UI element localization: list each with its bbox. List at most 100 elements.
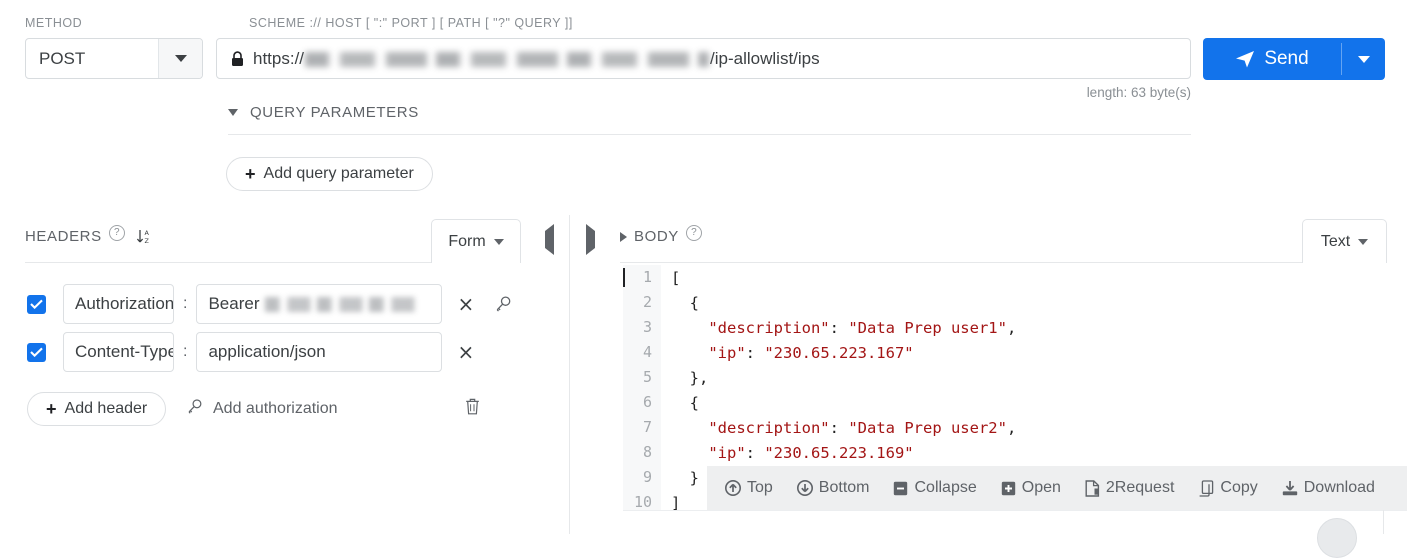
line-code[interactable]: { — [661, 394, 699, 412]
toolbar-item-label: Collapse — [914, 479, 977, 496]
add-header-label: Add header — [64, 400, 148, 417]
line-code[interactable]: "description": "Data Prep user1", — [661, 319, 1016, 337]
body-title-group[interactable]: BODY ? — [620, 224, 702, 245]
header-enabled-checkbox[interactable] — [27, 342, 46, 362]
line-number: 9 — [623, 465, 661, 490]
header-key-input[interactable]: Authorization — [63, 284, 174, 324]
header-value-prefix: application/json — [208, 342, 326, 361]
headers-view-mode-label: Form — [448, 232, 486, 250]
sort-az-icon[interactable]: A Z — [136, 228, 153, 245]
header-value-input[interactable]: Bearer — [196, 284, 443, 324]
header-key-input[interactable]: Content-Type — [63, 332, 174, 372]
bottom-strip-separator — [1383, 510, 1384, 534]
url-input[interactable]: https:// /ip-allowlist/ips — [216, 38, 1191, 79]
editor-line: 7 "description": "Data Prep user2", — [623, 415, 1383, 440]
add-header-button[interactable]: + Add header — [27, 392, 167, 426]
floating-action-button[interactable] — [1317, 518, 1357, 558]
header-value-prefix: Bearer — [208, 294, 260, 313]
line-code[interactable]: { — [661, 294, 699, 312]
editor-line: 1[ — [623, 265, 1383, 290]
line-code[interactable]: "description": "Data Prep user2", — [661, 419, 1016, 437]
help-icon[interactable]: ? — [108, 224, 125, 241]
arrow-up-circle-icon — [725, 480, 741, 496]
minus-square-icon — [893, 481, 908, 496]
body-view-mode-label: Text — [1320, 232, 1351, 250]
toolbar-item-label: Download — [1303, 479, 1375, 496]
method-label: METHOD — [25, 16, 83, 30]
triangle-down-icon — [228, 109, 238, 116]
header-row: Authorization : Bearer × — [27, 284, 512, 324]
plus-icon: + — [245, 164, 256, 184]
help-icon[interactable]: ? — [685, 224, 702, 241]
chevron-down-icon — [493, 238, 504, 245]
editor-line: 2 { — [623, 290, 1383, 315]
line-code[interactable]: }, — [661, 369, 709, 387]
header-row: Content-Type : application/json × — [27, 332, 474, 372]
url-format-label: SCHEME :// HOST [ ":" PORT ] [ PATH [ "?… — [249, 16, 573, 30]
toolbar-2request-button[interactable]: 2Request — [1085, 479, 1175, 497]
svg-text:A: A — [144, 229, 149, 237]
line-number: 7 — [623, 415, 661, 440]
add-authorization-label: Add authorization — [213, 400, 338, 417]
text-cursor — [623, 268, 625, 287]
line-code[interactable]: "ip": "230.65.223.169" — [661, 444, 913, 462]
svg-text:Z: Z — [144, 237, 149, 245]
toolbar-bottom-button[interactable]: Bottom — [796, 479, 870, 497]
toolbar-top-button[interactable]: Top — [725, 479, 773, 497]
triangle-right-icon — [620, 231, 627, 242]
toolbar-collapse-button[interactable]: Collapse — [893, 479, 977, 497]
copy-icon — [1198, 479, 1214, 497]
editor-line: 8 "ip": "230.65.223.169" — [623, 440, 1383, 465]
method-select[interactable]: POST — [25, 38, 203, 79]
toolbar-item-label: Top — [747, 479, 773, 496]
headers-title: HEADERS — [25, 228, 102, 245]
toolbar-open-button[interactable]: Open — [1001, 479, 1061, 497]
bottom-strip — [623, 510, 1407, 535]
toolbar-item-label: Open — [1021, 479, 1061, 496]
header-value-input[interactable]: application/json — [196, 332, 443, 372]
remove-header-button[interactable]: × — [457, 294, 474, 314]
add-authorization-button[interactable]: Add authorization — [186, 398, 338, 420]
line-code[interactable]: [ — [661, 269, 680, 287]
method-value: POST — [39, 48, 86, 68]
editor-line: 5 }, — [623, 365, 1383, 390]
line-number: 2 — [623, 290, 661, 315]
header-colon: : — [183, 343, 188, 360]
method-dropdown-toggle[interactable] — [158, 39, 202, 78]
file-icon — [1085, 479, 1100, 497]
toolbar-copy-button[interactable]: Copy — [1198, 479, 1258, 497]
url-host-redacted — [305, 52, 710, 67]
chevron-down-icon — [174, 55, 187, 62]
lock-icon — [231, 50, 244, 67]
key-icon[interactable] — [494, 295, 512, 313]
chevron-down-icon — [1358, 238, 1369, 245]
headers-title-group: HEADERS ? A Z — [25, 224, 153, 245]
arrow-down-circle-icon — [796, 480, 813, 496]
line-code[interactable]: } — [661, 469, 699, 487]
line-number: 3 — [623, 315, 661, 340]
toolbar-download-button[interactable]: Download — [1282, 479, 1375, 497]
collapse-left-button[interactable] — [545, 224, 554, 255]
header-enabled-checkbox[interactable] — [27, 294, 46, 314]
expand-right-button[interactable] — [586, 224, 595, 255]
body-view-mode-select[interactable]: Text — [1302, 219, 1387, 263]
toolbar-item-label: 2Request — [1105, 479, 1175, 496]
headers-view-mode-select[interactable]: Form — [431, 219, 521, 263]
query-parameters-divider — [228, 134, 1191, 135]
delete-all-headers-button[interactable] — [464, 397, 481, 421]
request-length-note: length: 63 byte(s) — [1086, 85, 1191, 100]
line-number: 1 — [623, 265, 661, 290]
send-button[interactable]: Send — [1203, 38, 1385, 80]
panel-divider — [569, 215, 570, 534]
line-code[interactable]: ] — [661, 494, 680, 512]
query-parameters-header[interactable]: QUERY PARAMETERS — [228, 104, 419, 121]
key-icon — [186, 398, 203, 420]
add-query-parameter-button[interactable]: + Add query parameter — [226, 157, 433, 191]
send-options-toggle[interactable] — [1342, 38, 1385, 80]
json-editor-toolbar: Top Bottom Collapse Open 2Request Copy Downloa… — [707, 466, 1407, 510]
send-button-main[interactable]: Send — [1203, 38, 1341, 80]
line-code[interactable]: "ip": "230.65.223.167" — [661, 344, 913, 362]
remove-header-button[interactable]: × — [457, 342, 474, 362]
toolbar-item-label: Copy — [1220, 479, 1258, 496]
toolbar-item-label: Bottom — [818, 479, 870, 496]
